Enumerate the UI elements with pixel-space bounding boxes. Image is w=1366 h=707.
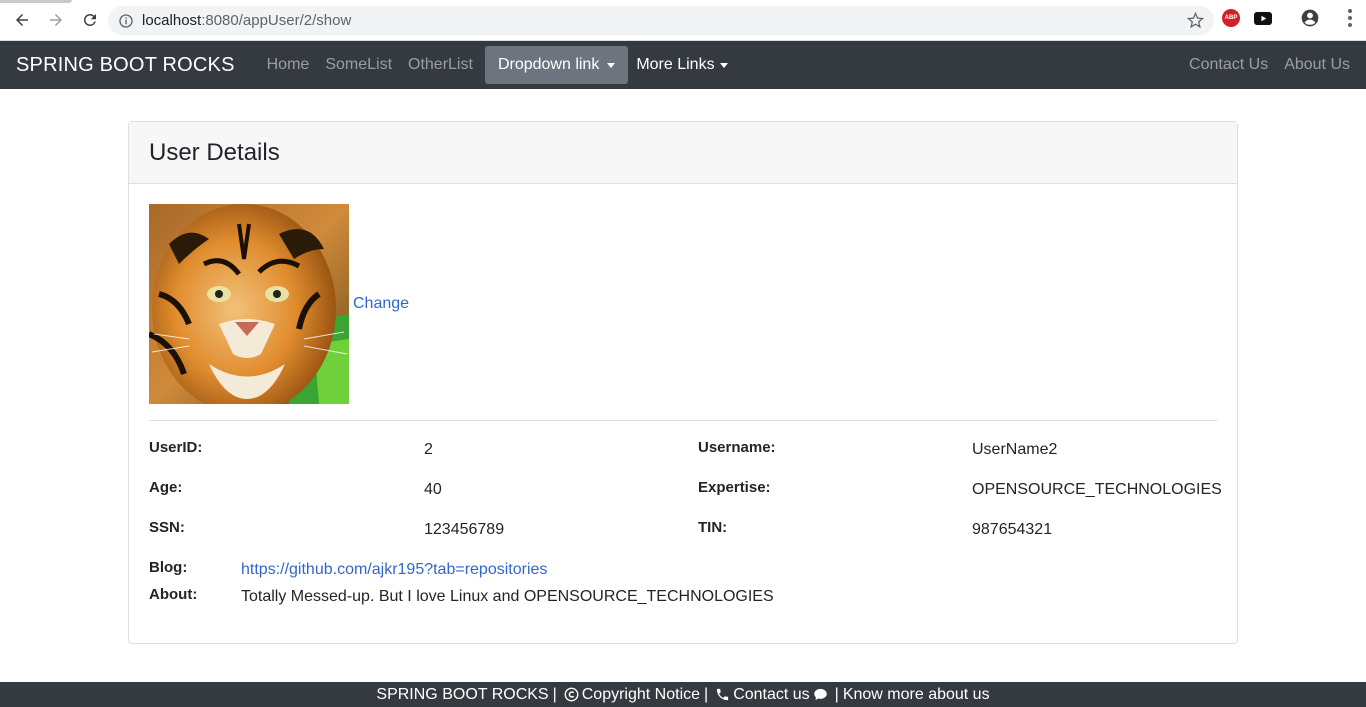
- nav-more-links[interactable]: More Links: [632, 56, 731, 74]
- about-value: Totally Messed-up. But I love Linux and …: [241, 588, 774, 605]
- userid-value: 2: [424, 441, 433, 458]
- footer-contact-label: Contact us: [733, 685, 810, 703]
- expertise-label: Expertise:: [698, 479, 771, 496]
- extensions-area: ABP: [1222, 8, 1352, 28]
- nav-dropdown-link[interactable]: Dropdown link: [484, 46, 629, 84]
- info-icon[interactable]: [118, 13, 134, 29]
- adblock-extension-icon[interactable]: ABP: [1222, 9, 1240, 27]
- account-icon[interactable]: [1300, 8, 1320, 28]
- photo-row: Change: [149, 204, 1217, 404]
- footer-brand: SPRING BOOT ROCKS: [376, 685, 549, 703]
- ssn-label: SSN:: [149, 519, 185, 536]
- back-arrow-icon: [16, 14, 28, 26]
- card-title: User Details: [149, 138, 280, 166]
- footer-separator: |: [704, 685, 709, 703]
- phone-icon: [717, 688, 729, 701]
- userid-label: UserID:: [149, 439, 203, 456]
- nav-more-links-label: More Links: [636, 56, 715, 73]
- user-avatar-image: [149, 204, 349, 404]
- caret-down-icon: [607, 62, 616, 68]
- browser-toolbar: localhost:8080/appUser/2/show ABP: [0, 0, 1366, 41]
- bookmark-star-icon[interactable]: [1187, 12, 1204, 29]
- user-details-card: User Details Change UserID: 2 Username: …: [128, 121, 1238, 644]
- copyright-icon: [564, 687, 579, 702]
- url-path: :8080/appUser/2/show: [201, 12, 352, 29]
- nav-dropdown-label: Dropdown link: [497, 56, 600, 73]
- footer-copyright-label: Copyright Notice: [581, 685, 701, 703]
- play-icon: [1260, 15, 1266, 21]
- url-text: localhost:8080/appUser/2/show: [142, 12, 351, 29]
- tin-value: 987654321: [972, 521, 1053, 538]
- back-button[interactable]: [6, 4, 38, 36]
- footer-separator: |: [834, 685, 839, 703]
- about-label: About:: [149, 586, 198, 603]
- url-host: localhost: [142, 12, 202, 29]
- top-navbar: SPRING BOOT ROCKS Home SomeList OtherLis…: [0, 41, 1366, 89]
- tin-label: TIN:: [698, 519, 728, 536]
- user-fields: UserID: 2 Username: UserName2 Age: 40 Ex…: [149, 421, 1222, 621]
- age-label: Age:: [149, 479, 183, 496]
- page-footer: SPRING BOOT ROCKS | Copyright Notice | C…: [0, 682, 1366, 707]
- ssn-value: 123456789: [424, 521, 505, 538]
- reload-button[interactable]: [74, 4, 106, 36]
- age-value: 40: [424, 481, 442, 498]
- footer-contact[interactable]: Contact us: [712, 686, 830, 704]
- tab-strip-edge: [0, 0, 72, 3]
- nav-about-us[interactable]: About Us: [1276, 56, 1358, 74]
- expertise-value: OPENSOURCE_TECHNOLOGIES: [972, 481, 1222, 498]
- nav-contact-us[interactable]: Contact Us: [1181, 56, 1276, 74]
- nav-right-group: Contact Us About Us: [1181, 56, 1358, 74]
- address-bar[interactable]: localhost:8080/appUser/2/show: [108, 6, 1214, 35]
- username-label: Username:: [698, 439, 776, 456]
- card-body: Change UserID: 2 Username: UserName2 Age…: [129, 184, 1237, 641]
- reload-icon: [84, 13, 96, 26]
- change-photo-link[interactable]: Change: [353, 295, 409, 313]
- footer-copyright[interactable]: Copyright Notice: [561, 686, 700, 704]
- blog-link[interactable]: https://github.com/ajkr195?tab=repositor…: [241, 561, 547, 579]
- footer-know-more[interactable]: Know more about us: [843, 686, 990, 704]
- card-header: User Details: [129, 122, 1237, 184]
- username-value: UserName2: [972, 441, 1058, 458]
- youtube-extension-icon[interactable]: [1254, 11, 1272, 25]
- forward-button[interactable]: [40, 4, 72, 36]
- footer-separator: |: [552, 685, 557, 703]
- nav-otherlist[interactable]: OtherList: [400, 56, 481, 74]
- forward-arrow-icon: [50, 14, 62, 26]
- nav-home[interactable]: Home: [259, 56, 318, 74]
- comment-icon: [813, 688, 827, 701]
- browser-menu-icon[interactable]: [1348, 9, 1352, 27]
- caret-down-icon: [719, 62, 728, 68]
- navbar-brand[interactable]: SPRING BOOT ROCKS: [16, 54, 235, 77]
- blog-label: Blog:: [149, 559, 188, 576]
- nav-somelist[interactable]: SomeList: [317, 56, 400, 74]
